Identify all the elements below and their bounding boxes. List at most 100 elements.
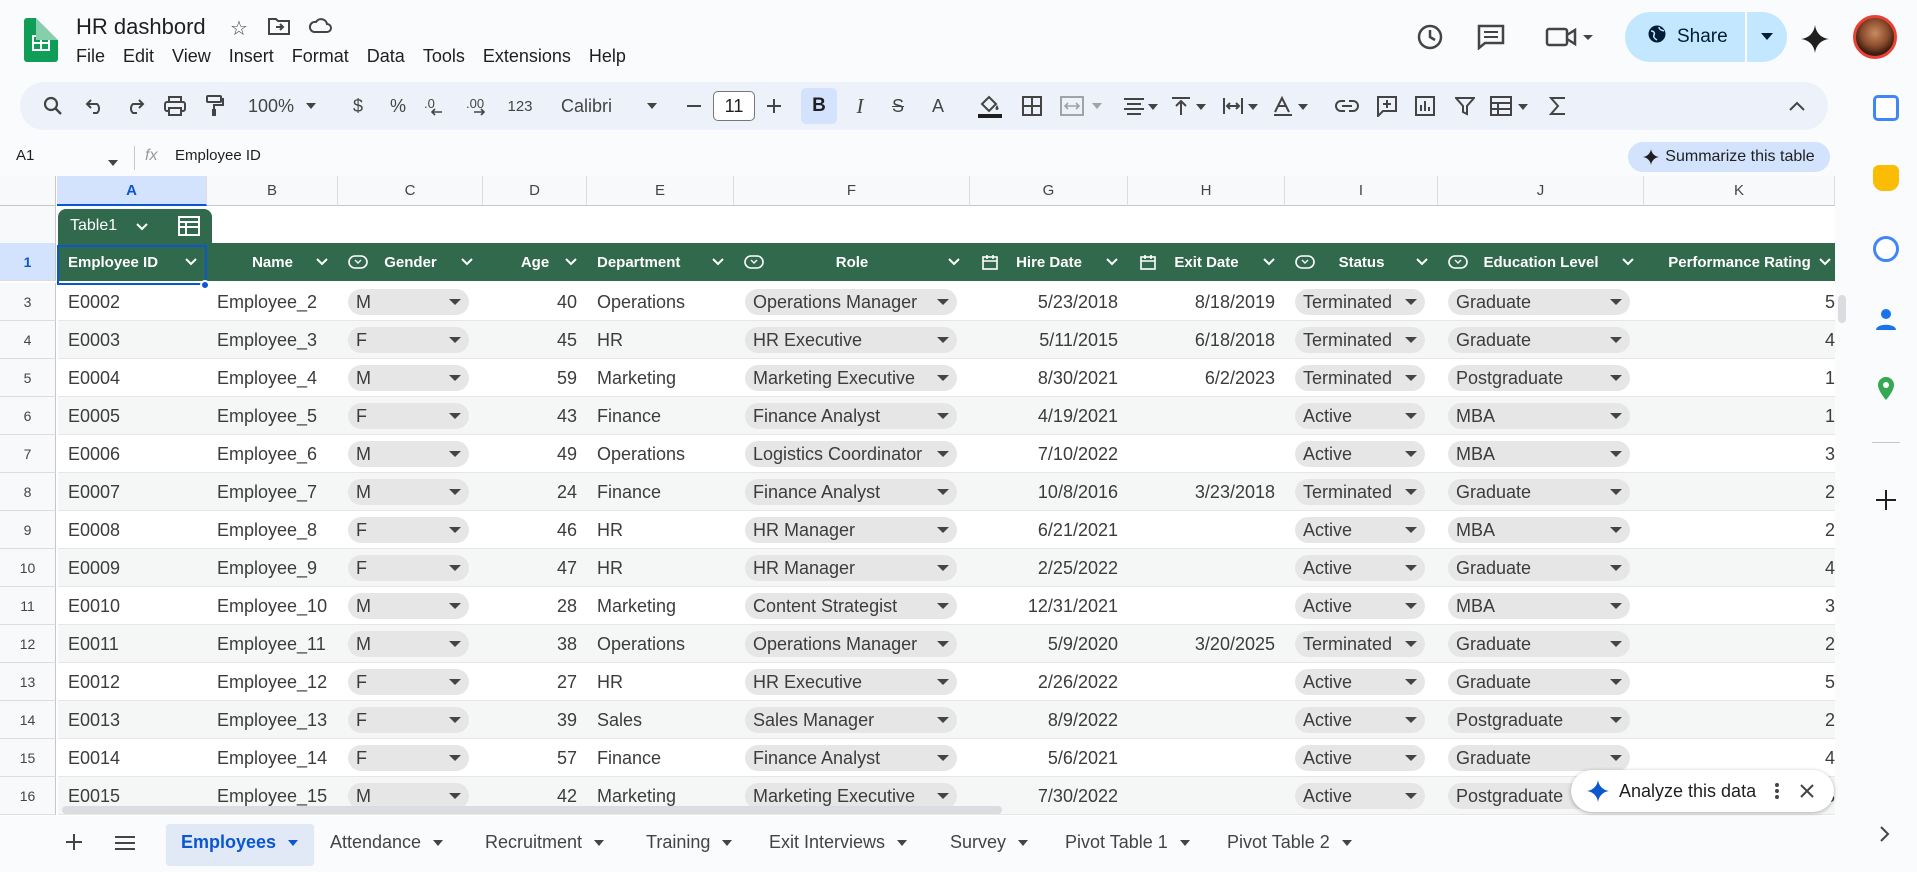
keep-icon[interactable] [1873,165,1899,191]
age-cell[interactable]: 46 [483,511,577,549]
status-chip[interactable]: Active [1295,783,1425,809]
vertical-scrollbar[interactable] [1838,295,1846,323]
version-history-icon[interactable] [1415,22,1445,57]
dept-cell[interactable]: Operations [597,283,727,321]
chevron-down-icon[interactable] [722,840,733,847]
increase-decimal-icon[interactable]: .00 [462,82,498,130]
search-menus-icon[interactable] [40,82,66,130]
role-chip[interactable]: Finance Analyst [745,403,957,429]
gender-chip[interactable]: M [348,365,469,391]
perf-cell[interactable]: 5 [1644,283,1835,321]
name-cell[interactable]: Employee_2 [217,283,335,321]
sheet-grid[interactable]: A B C D E F G H I J K 1 Table1 Employee … [0,176,1835,816]
dept-cell[interactable]: Finance [597,397,727,435]
age-cell[interactable]: 59 [483,359,577,397]
id-cell[interactable]: E0003 [68,321,203,359]
chevron-down-icon[interactable] [288,840,299,847]
decrease-font-size-icon[interactable] [680,82,708,130]
exit-cell[interactable] [1128,663,1275,701]
edu-chip[interactable]: MBA [1448,517,1630,543]
table-views-icon[interactable] [1488,82,1532,130]
exit-cell[interactable] [1128,701,1275,739]
print-icon[interactable] [162,82,188,130]
sheet-tab[interactable]: Recruitment [485,832,605,853]
edu-chip[interactable]: Graduate [1448,479,1630,505]
name-cell[interactable]: Employee_6 [217,435,335,473]
table-options-icon[interactable] [178,216,200,236]
age-cell[interactable]: 40 [483,283,577,321]
strikethrough-button[interactable]: S [884,82,912,130]
hire-cell[interactable]: 6/21/2021 [970,511,1118,549]
hire-cell[interactable]: 4/19/2021 [970,397,1118,435]
calendar-icon[interactable] [1873,95,1899,121]
horizontal-align-icon[interactable] [1120,82,1160,130]
column-header-d[interactable]: D [483,176,587,206]
more-formats-button[interactable]: 123 [502,82,538,130]
insert-comment-icon[interactable] [1372,82,1402,130]
tasks-icon[interactable] [1873,236,1899,262]
row-header[interactable]: 4 [0,321,56,359]
chevron-down-icon[interactable] [1819,258,1831,266]
dept-cell[interactable]: Operations [597,435,727,473]
paint-format-icon[interactable] [202,82,228,130]
name-box-dropdown-icon[interactable] [108,153,118,171]
horizontal-scrollbar[interactable] [62,806,1002,814]
perf-cell[interactable]: 2 [1644,701,1835,739]
text-rotation-icon[interactable] [1270,82,1310,130]
role-chip[interactable]: Logistics Coordinator [745,441,957,467]
column-header-j[interactable]: J [1438,176,1644,206]
chevron-down-icon[interactable] [316,258,328,266]
perf-cell[interactable]: 3 [1644,435,1835,473]
column-header-b[interactable]: B [207,176,338,206]
dept-cell[interactable]: Operations [597,625,727,663]
share-button[interactable]: Share [1625,12,1745,62]
edu-chip[interactable]: MBA [1448,403,1630,429]
text-color-button[interactable]: A [924,82,952,130]
status-chip[interactable]: Active [1295,745,1425,771]
chevron-down-icon[interactable] [1106,258,1118,266]
percent-format-button[interactable]: % [384,82,412,130]
cloud-saved-icon[interactable] [308,16,332,40]
id-cell[interactable]: E0014 [68,739,203,777]
chevron-down-icon[interactable] [1179,840,1190,847]
id-cell[interactable]: E0007 [68,473,203,511]
column-header-e[interactable]: E [587,176,734,206]
perf-cell[interactable]: 5 [1644,663,1835,701]
exit-cell[interactable] [1128,397,1275,435]
row-header-1[interactable]: 1 [0,243,56,281]
insert-link-icon[interactable] [1332,82,1362,130]
sheet-tab[interactable]: Survey [950,832,1029,853]
role-chip[interactable]: HR Executive [745,327,957,353]
perf-cell[interactable]: 1 [1644,397,1835,435]
document-title[interactable]: HR dashbord [76,14,206,40]
column-header-a[interactable]: A [57,176,207,206]
exit-cell[interactable] [1128,435,1275,473]
edu-chip[interactable]: Graduate [1448,327,1630,353]
row-header[interactable]: 10 [0,549,56,587]
hire-cell[interactable]: 8/9/2022 [970,701,1118,739]
perf-cell[interactable]: 1 [1644,359,1835,397]
contacts-icon[interactable] [1873,306,1899,332]
gender-chip[interactable]: F [348,707,469,733]
gender-chip[interactable]: F [348,555,469,581]
gemini-icon[interactable] [1800,24,1830,59]
row-header[interactable]: 6 [0,397,56,435]
status-chip[interactable]: Active [1295,669,1425,695]
column-header-k[interactable]: K [1644,176,1835,206]
sheet-tab[interactable]: Exit Interviews [769,832,908,853]
chevron-down-icon[interactable] [1263,258,1275,266]
perf-cell[interactable]: 4 [1644,549,1835,587]
row-header[interactable]: 5 [0,359,56,397]
fill-handle[interactable] [200,280,210,290]
hire-cell[interactable]: 8/30/2021 [970,359,1118,397]
status-chip[interactable]: Terminated [1295,479,1425,505]
column-header-c[interactable]: C [338,176,483,206]
chevron-down-icon[interactable] [594,840,605,847]
hire-cell[interactable]: 5/11/2015 [970,321,1118,359]
id-cell[interactable]: E0010 [68,587,203,625]
name-cell[interactable]: Employee_7 [217,473,335,511]
sheet-tab[interactable]: Training [646,832,733,853]
sheet-tab[interactable]: Employees [181,832,299,853]
row-header[interactable]: 8 [0,473,56,511]
exit-cell[interactable] [1128,549,1275,587]
